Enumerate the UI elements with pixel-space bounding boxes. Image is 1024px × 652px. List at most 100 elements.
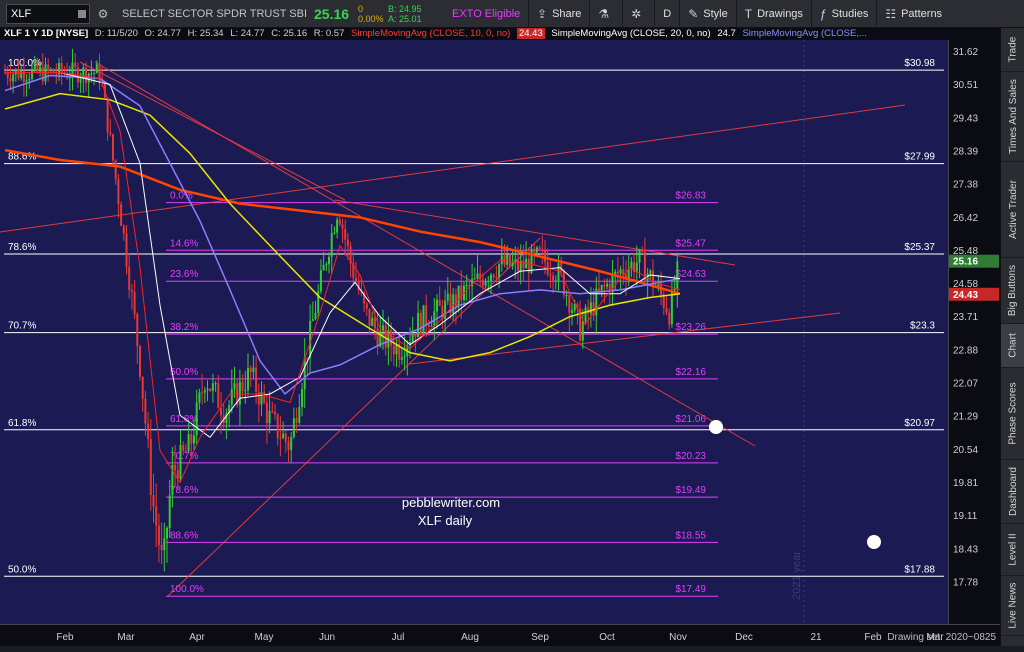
candle-body	[9, 77, 12, 82]
sma20-value: 24.7	[717, 28, 736, 39]
studies-button[interactable]: ƒ Studies	[810, 0, 876, 28]
candle-body	[487, 281, 490, 283]
candle-body	[355, 277, 357, 282]
candle-body	[549, 274, 552, 276]
chart-canvas[interactable]: 2021 year 100.0% $30.9888.6% $27.9978.6% $2…	[0, 40, 948, 624]
drawings-button[interactable]: T Drawings	[735, 0, 811, 28]
candle-body	[619, 269, 622, 274]
tab-big-buttons[interactable]: Big Buttons	[1001, 258, 1024, 324]
candle-body	[252, 367, 255, 373]
candle-body	[287, 441, 290, 451]
time-axis-label: Dec	[735, 632, 753, 643]
sma20-label[interactable]: SimpleMovingAvg (CLOSE, 20, 0, no)	[551, 28, 710, 39]
sma10-label[interactable]: SimpleMovingAvg (CLOSE, 10, 0, no)	[351, 28, 510, 39]
time-axis[interactable]: Feb Mar Apr May Jun Jul Aug Sep Oct Nov Dec 21 Feb Ma…	[0, 624, 1000, 646]
time-axis-label: 21	[810, 632, 822, 643]
price-tick-label: 17.78	[953, 577, 978, 588]
candle-body	[481, 279, 484, 286]
candle-body	[490, 274, 492, 282]
price-chart[interactable]: 2021 year 100.0% $30.98 88.6% $27.99 78.6% $2…	[0, 40, 948, 624]
candle-body	[265, 402, 268, 424]
candle-body	[306, 357, 309, 359]
price-axis[interactable]: 31.62 30.51 29.43 28.39 27.38 26.42 25.48 24.58…	[948, 40, 1000, 624]
candle-body	[28, 79, 31, 81]
candle-body	[641, 249, 644, 252]
share-button[interactable]: ⇪ Share	[528, 0, 589, 28]
candle-body	[114, 160, 117, 179]
candle-body	[446, 293, 449, 301]
candle-body	[190, 433, 193, 444]
sma50-label[interactable]: SimpleMovingAvg (CLOSE,...	[742, 28, 866, 39]
year-watermark: 2021 year	[791, 551, 803, 600]
short-fib-price: $22.16	[675, 367, 706, 378]
candle-body	[552, 275, 555, 282]
bar-open: O: 24.77	[144, 28, 181, 39]
candle-body	[508, 254, 511, 267]
candle-body	[635, 262, 638, 272]
annotation-title: XLF daily	[418, 513, 473, 528]
symbol-dropdown-icon[interactable]	[78, 9, 86, 18]
long-fib-price: $30.98	[904, 58, 935, 69]
price-tick-label: 19.11	[953, 511, 978, 522]
candle-body	[39, 66, 42, 72]
candle-body	[130, 290, 133, 293]
chart-toolbar: XLF ⚙ SELECT SECTOR SPDR TRUST SBI IN...…	[0, 0, 1024, 28]
candle-body	[557, 263, 560, 281]
candle-body	[85, 67, 87, 83]
time-axis-canvas: Feb Mar Apr May Jun Jul Aug Sep Oct Nov Dec 21 Feb Ma…	[56, 632, 996, 643]
candle-body	[141, 376, 144, 399]
long-fib-percent: 50.0%	[8, 564, 36, 575]
short-fib-price: $26.83	[675, 191, 706, 202]
long-fib-price: $27.99	[904, 152, 935, 163]
candle-body	[438, 299, 441, 306]
time-axis-label: Aug	[461, 632, 479, 643]
tab-chart[interactable]: Chart	[1001, 324, 1024, 368]
tab-times-and-sales[interactable]: Times And Sales	[1001, 72, 1024, 162]
candle-body	[365, 303, 368, 309]
interval-button[interactable]: D	[654, 0, 679, 28]
drawings-icon: T	[744, 6, 753, 21]
candle-body	[95, 64, 98, 74]
candle-body	[622, 269, 625, 275]
share-label: Share	[552, 7, 582, 20]
candle-body	[298, 407, 301, 423]
change-percent: 0.00%	[358, 13, 384, 24]
short-fib-percent: 70.7%	[170, 451, 198, 462]
candle-body	[544, 249, 546, 262]
candle-body	[506, 254, 509, 265]
candle-body	[271, 410, 274, 412]
candle-body	[230, 389, 233, 405]
patterns-button[interactable]: ☷ Patterns	[876, 0, 950, 28]
long-fib-price: $17.88	[904, 564, 935, 575]
time-axis-label: Apr	[189, 632, 205, 643]
candle-body	[403, 356, 406, 358]
flask-icon: ⚗	[598, 6, 610, 21]
patterns-icon: ☷	[885, 6, 897, 21]
tab-level-ii[interactable]: Level II	[1001, 524, 1024, 576]
gear-icon[interactable]: ⚙	[94, 7, 112, 21]
tab-label: Trade	[1007, 36, 1019, 63]
candle-body	[346, 239, 349, 247]
candle-body	[568, 294, 571, 313]
candle-body	[112, 134, 114, 161]
candle-body	[460, 285, 463, 301]
tab-dashboard[interactable]: Dashboard	[1001, 460, 1024, 524]
candle-body	[676, 261, 679, 289]
tab-trade[interactable]: Trade	[1001, 28, 1024, 72]
candle-body	[290, 436, 293, 451]
candle-body	[211, 383, 214, 391]
candle-body	[17, 69, 20, 79]
tab-live-news[interactable]: Live News	[1001, 576, 1024, 636]
symbol-input[interactable]: XLF	[6, 3, 90, 24]
candle-body	[571, 310, 573, 313]
candle-body	[668, 312, 671, 325]
settings-button[interactable]: ✲	[622, 0, 654, 28]
candle-body	[673, 288, 676, 291]
style-button[interactable]: ✎ Style	[679, 0, 736, 28]
tab-phase-scores[interactable]: Phase Scores	[1001, 368, 1024, 460]
tab-active-trader[interactable]: Active Trader	[1001, 162, 1024, 258]
tab-label: Chart	[1007, 333, 1019, 358]
flask-button[interactable]: ⚗	[589, 0, 622, 28]
candle-body	[373, 317, 376, 329]
tab-label: Active Trader	[1007, 180, 1019, 239]
